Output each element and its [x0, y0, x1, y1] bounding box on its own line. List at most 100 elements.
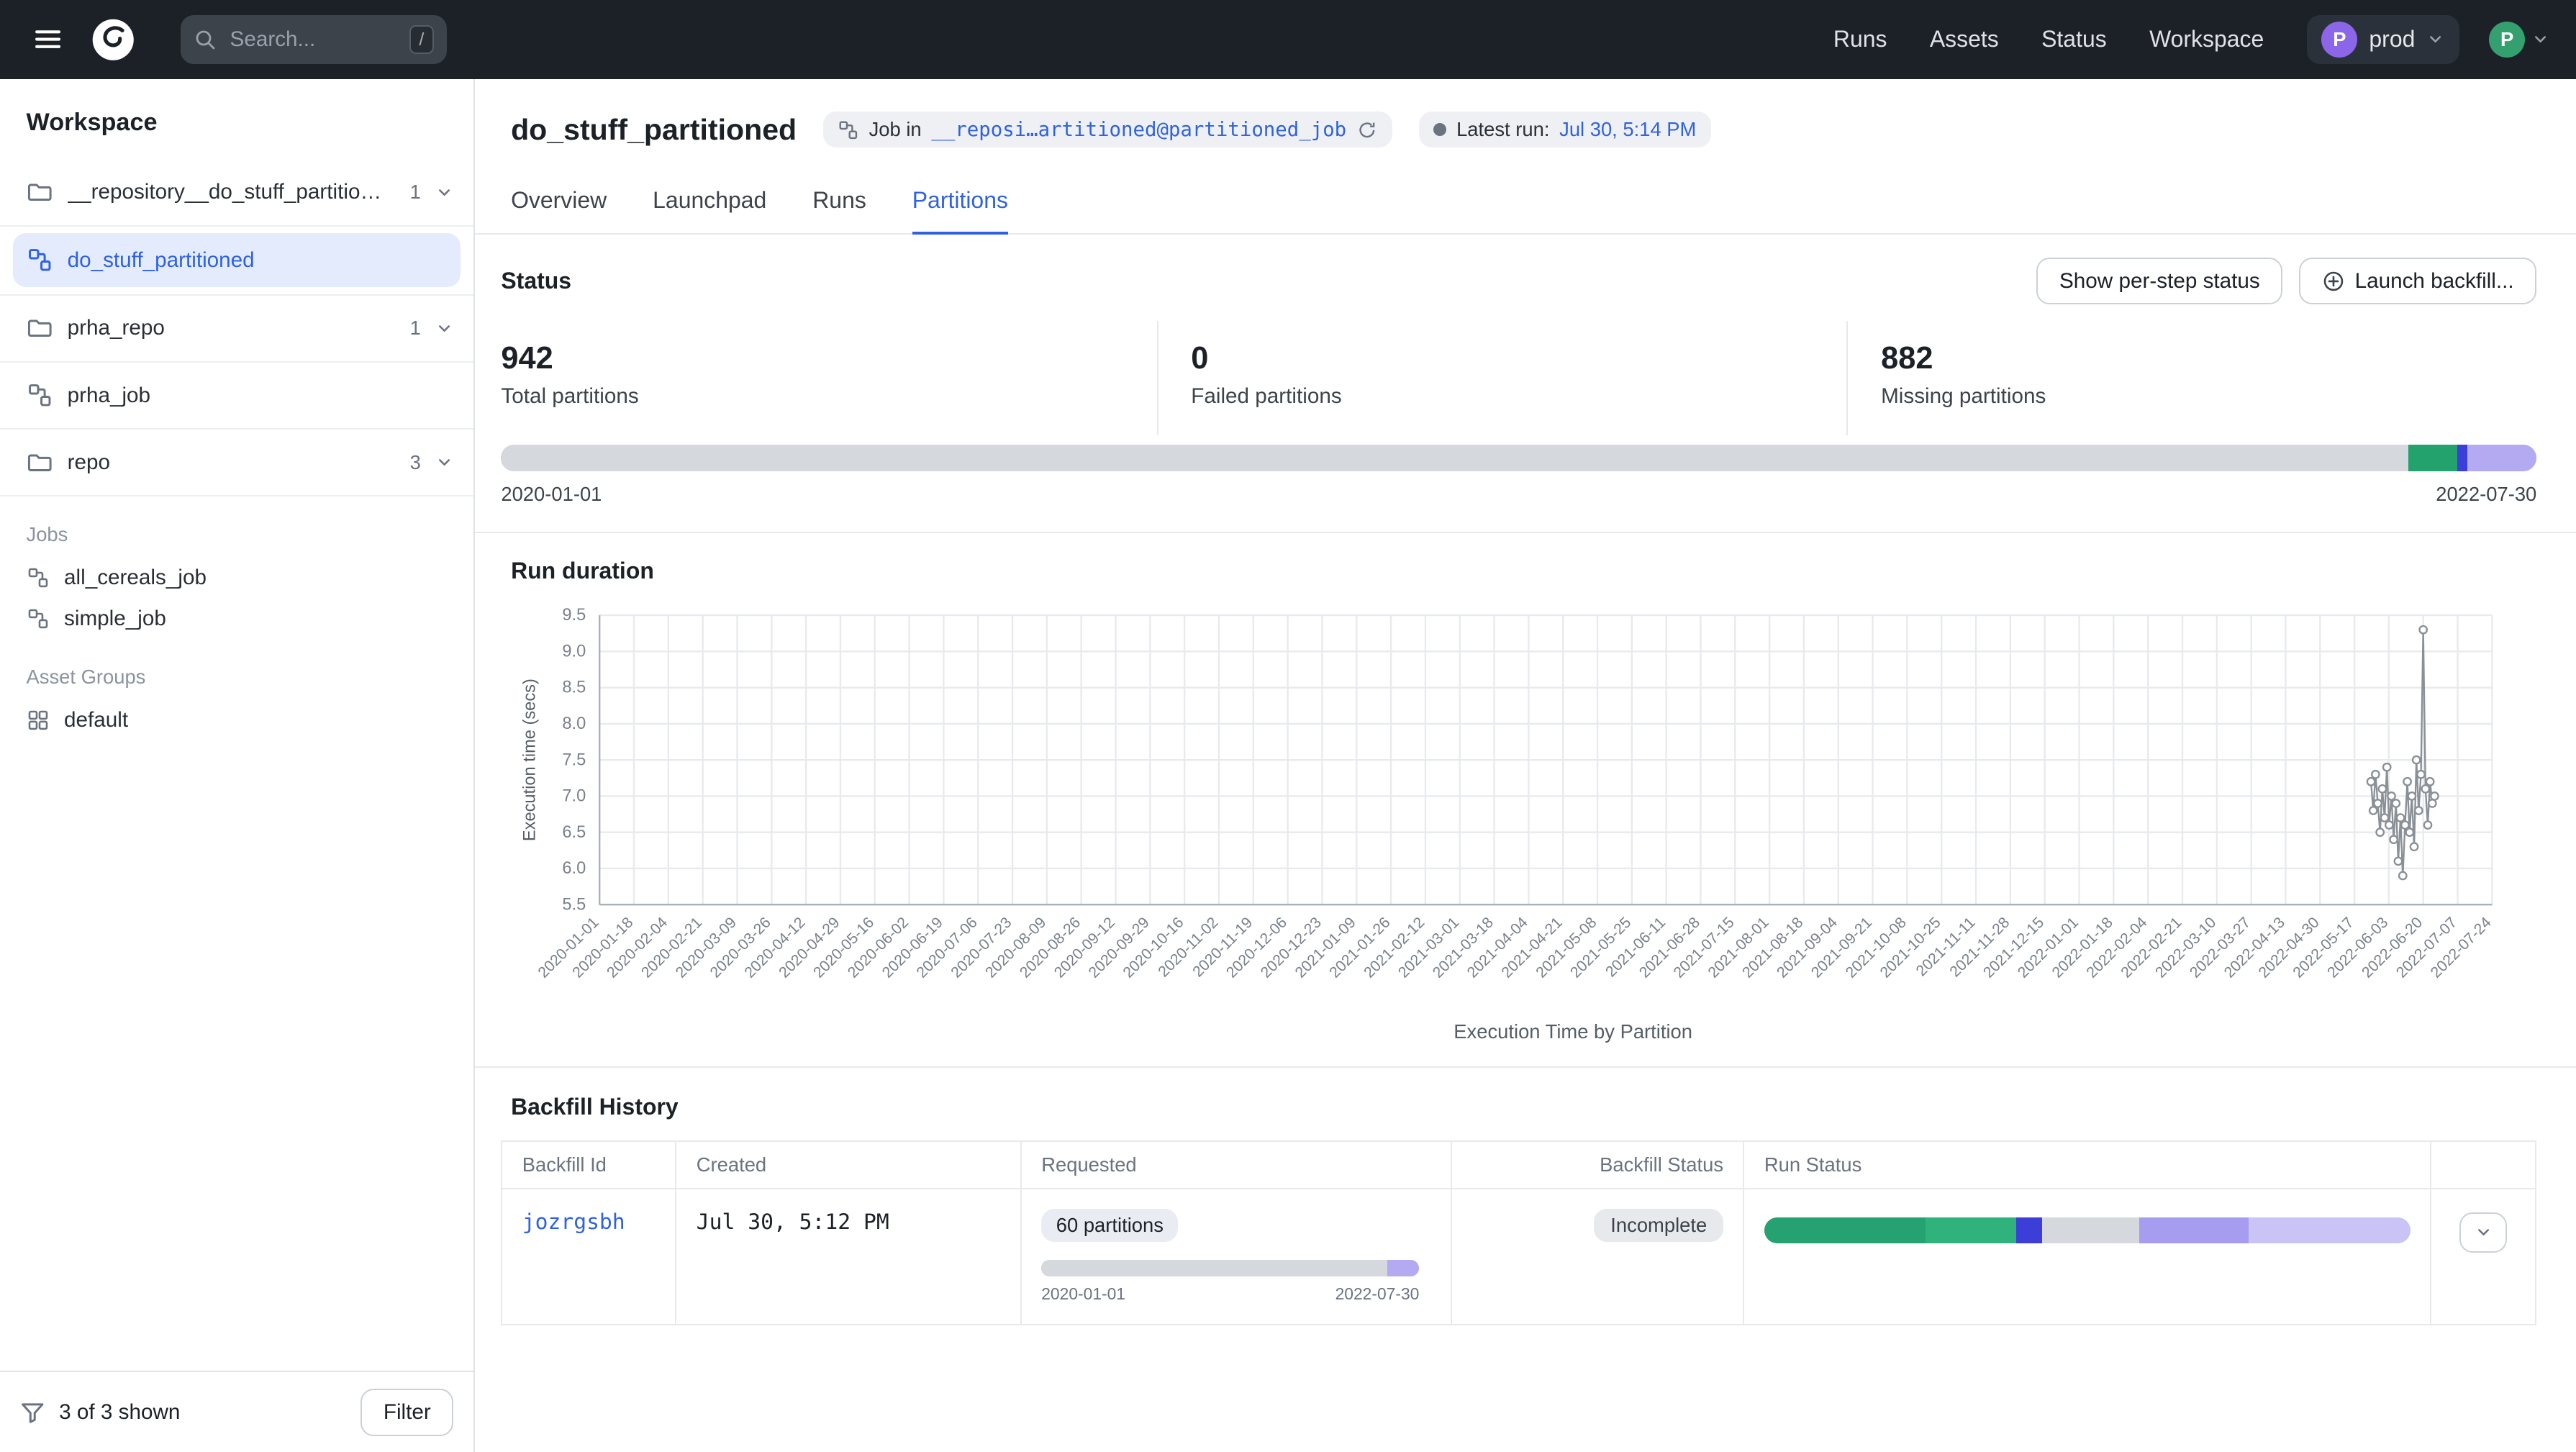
tab-runs[interactable]: Runs: [812, 174, 866, 233]
sidebar-item-simple-job[interactable]: simple_job: [0, 599, 473, 640]
plus-circle-icon: [2322, 270, 2345, 293]
backfill-history-section: Backfill History Backfill Id Created Req…: [475, 1066, 2576, 1325]
range-end: 2022-07-30: [2436, 483, 2536, 506]
bar-segment: [1926, 1217, 2016, 1244]
job-icon: [27, 382, 53, 409]
col-header-requested: Requested: [1021, 1141, 1451, 1189]
folder-icon: [27, 179, 53, 206]
partition-stats: 942 Total partitions 0 Failed partitions…: [475, 318, 2576, 435]
bar-segment: [2139, 1217, 2249, 1244]
col-header-actions: [2431, 1141, 2536, 1189]
hamburger-icon: [33, 24, 63, 54]
job-badge: Job in __reposi…artitioned@partitioned_j…: [823, 112, 1392, 148]
job-icon: [27, 247, 53, 273]
run-status-dot: [1433, 123, 1446, 136]
sidebar-item-prha-repo[interactable]: prha_repo 1: [0, 296, 473, 361]
job-path-link[interactable]: __reposi…artitioned@partitioned_job: [931, 119, 1346, 141]
chart-x-axis-caption: Execution Time by Partition: [475, 1020, 2576, 1066]
filter-button[interactable]: Filter: [360, 1389, 453, 1435]
stat-missing-partitions: 882 Missing partitions: [1848, 321, 2536, 435]
partition-range: 2020-01-01 2022-07-30: [501, 483, 2536, 506]
search-shortcut-badge: /: [409, 25, 434, 55]
sidebar-item-prha-job[interactable]: prha_job: [0, 363, 473, 428]
range-start: 2020-01-01: [501, 483, 602, 506]
col-header-run-status: Run Status: [1743, 1141, 2431, 1189]
tab-launchpad[interactable]: Launchpad: [653, 174, 766, 233]
search-box[interactable]: /: [181, 15, 447, 64]
nav-link-runs[interactable]: Runs: [1833, 26, 1887, 53]
run-status-bar[interactable]: [1764, 1217, 2411, 1244]
sidebar-item-repository-do-stuff[interactable]: __repository__do_stuff_partitio… 1: [0, 160, 473, 225]
chevron-down-icon[interactable]: [435, 453, 453, 471]
job-icon: [27, 607, 50, 630]
nav-link-assets[interactable]: Assets: [1930, 26, 1999, 53]
deployment-avatar: P: [2321, 22, 2357, 58]
sidebar-item-all-cereals-job[interactable]: all_cereals_job: [0, 558, 473, 599]
svg-text:7.5: 7.5: [563, 750, 586, 769]
chevron-down-icon[interactable]: [435, 319, 453, 337]
refresh-icon[interactable]: [1356, 119, 1378, 141]
job-icon: [27, 566, 50, 589]
svg-text:5.5: 5.5: [563, 895, 586, 914]
expand-row-button[interactable]: [2459, 1212, 2507, 1253]
backfill-id-link[interactable]: jozrgsbh: [522, 1209, 625, 1234]
requested-range: 2020-01-01 2022-07-30: [1041, 1284, 1419, 1304]
asset-group-icon: [27, 709, 50, 732]
tab-bar: Overview Launchpad Runs Partitions: [475, 168, 2576, 235]
status-heading: Status: [501, 268, 571, 294]
tab-partitions[interactable]: Partitions: [912, 174, 1008, 235]
bar-segment: [1041, 1260, 1387, 1276]
filter-funnel-icon: [19, 1399, 46, 1426]
section-label-jobs: Jobs: [0, 496, 473, 557]
bar-segment: [2457, 445, 2467, 471]
bar-segment: [2467, 445, 2536, 471]
nav-link-workspace[interactable]: Workspace: [2149, 26, 2264, 53]
bar-segment: [2016, 1217, 2042, 1244]
launch-backfill-button[interactable]: Launch backfill...: [2299, 258, 2536, 304]
sidebar-item-repo[interactable]: repo 3: [0, 430, 473, 495]
page-header: do_stuff_partitioned Job in __reposi…art…: [475, 79, 2576, 168]
deployment-switcher[interactable]: P prod: [2307, 15, 2459, 64]
hamburger-menu-button[interactable]: [27, 18, 69, 60]
sidebar-item-default-asset-group[interactable]: default: [0, 700, 473, 741]
status-section: Status Show per-step status Launch backf…: [475, 235, 2576, 532]
chevron-down-icon[interactable]: [435, 183, 453, 201]
sidebar-item-do-stuff-partitioned[interactable]: do_stuff_partitioned: [13, 233, 460, 287]
main-content: do_stuff_partitioned Job in __reposi…art…: [475, 79, 2576, 1452]
top-nav-links: Runs Assets Status Workspace: [1833, 26, 2264, 53]
count-badge: 1: [410, 317, 421, 340]
bar-segment: [1387, 1260, 1420, 1276]
backfill-status-badge: Incomplete: [1594, 1209, 1723, 1242]
tab-overview[interactable]: Overview: [511, 174, 607, 233]
chevron-down-icon: [2531, 30, 2549, 48]
user-menu[interactable]: P: [2489, 22, 2549, 58]
requested-partitions-bar: [1041, 1260, 1419, 1276]
workspace-sidebar: Workspace __repository__do_stuff_partiti…: [0, 79, 475, 1452]
stat-failed-partitions: 0 Failed partitions: [1158, 321, 1849, 435]
svg-text:9.0: 9.0: [563, 642, 586, 661]
bar-segment: [2042, 1217, 2139, 1244]
requested-partitions-chip[interactable]: 60 partitions: [1041, 1209, 1178, 1242]
search-input[interactable]: [227, 26, 399, 54]
latest-run-link[interactable]: Jul 30, 5:14 PM: [1559, 118, 1696, 141]
show-per-step-status-button[interactable]: Show per-step status: [2036, 258, 2282, 304]
nav-link-status[interactable]: Status: [2041, 26, 2107, 53]
svg-text:7.0: 7.0: [563, 786, 586, 805]
bar-segment: [501, 445, 2408, 471]
user-avatar: P: [2489, 22, 2525, 58]
job-badge-prefix: Job in: [869, 118, 922, 141]
section-label-asset-groups: Asset Groups: [0, 640, 473, 700]
partition-status-bar[interactable]: [501, 445, 2536, 471]
backfill-table: Backfill Id Created Requested Backfill S…: [501, 1140, 2536, 1325]
bar-segment: [2408, 445, 2457, 471]
shown-count-text: 3 of 3 shown: [59, 1400, 180, 1425]
svg-text:Execution time (secs): Execution time (secs): [521, 679, 540, 841]
folder-icon: [27, 315, 53, 342]
count-badge: 3: [410, 451, 421, 474]
run-duration-heading: Run duration: [475, 533, 2576, 591]
chevron-down-icon: [2475, 1223, 2493, 1241]
chevron-down-icon: [2426, 30, 2444, 48]
bar-segment: [1764, 1217, 1926, 1244]
dagster-logo-icon[interactable]: [89, 15, 137, 64]
chart-svg: 2020-01-012020-01-182020-02-042020-02-21…: [501, 591, 2536, 1027]
